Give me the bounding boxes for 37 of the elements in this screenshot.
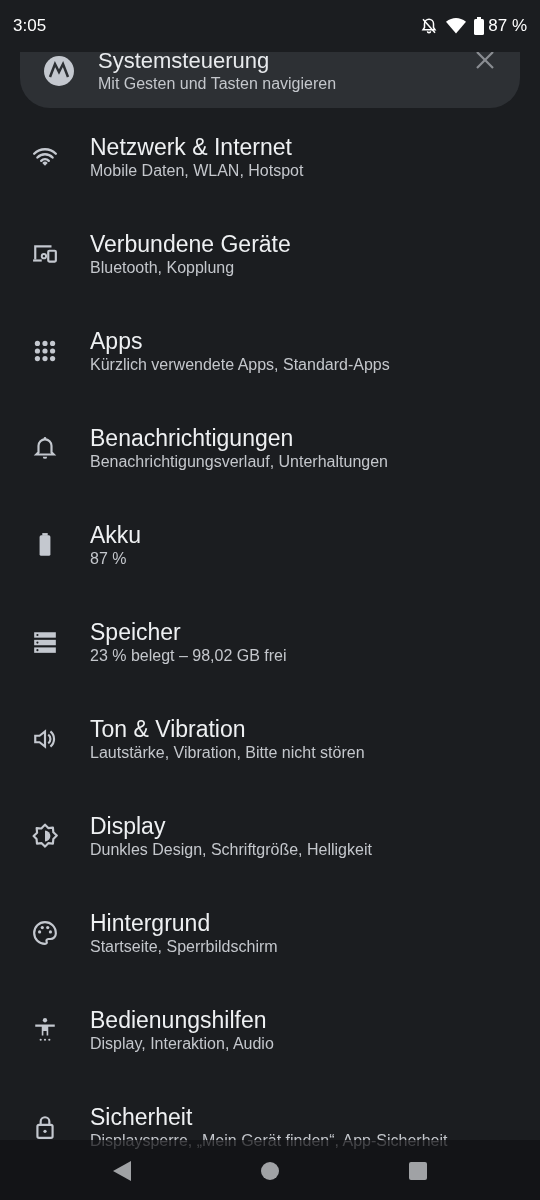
item-title: Netzwerk & Internet — [90, 132, 293, 161]
clock-time: 3:05 — [13, 15, 47, 38]
item-title: Verbundene Geräte — [90, 229, 291, 258]
item-subtitle: Lautstärke, Vibration, Bitte nicht stören — [90, 742, 365, 763]
item-title: Hintergrund — [90, 908, 212, 937]
item-title: Bedienungshilfen — [90, 1005, 268, 1034]
card-title: Systemsteuerung — [98, 52, 271, 74]
item-title: Sicherheit — [90, 1102, 194, 1131]
item-subtitle: Bluetooth, Kopplung — [90, 257, 236, 278]
item-title: Speicher — [90, 617, 182, 646]
item-subtitle: Kürzlich verwendete Apps, Standard-Apps — [90, 354, 390, 375]
item-subtitle: Startseite, Sperrbildschirm — [90, 936, 278, 957]
bell-icon — [32, 434, 58, 461]
item-title: Display — [90, 811, 167, 840]
item-subtitle: Dunkles Design, Schriftgröße, Helligkeit — [90, 839, 372, 860]
wifi-icon — [446, 17, 467, 35]
item-title: Benachrichtigungen — [90, 423, 295, 452]
item-title: Apps — [90, 326, 144, 355]
battery-level: 87 % — [488, 15, 527, 38]
suggestion-card[interactable]: Systemsteuerung Mit Gesten und Tasten navigieren — [20, 52, 520, 108]
item-title: Ton & Vibration — [90, 714, 247, 743]
item-subtitle: Display, Interaktion, Audio — [90, 1033, 274, 1054]
item-title: Akku — [90, 520, 142, 549]
item-subtitle: 23 % belegt – 98,02 GB frei — [90, 645, 287, 666]
item-subtitle: Displaysperre, „Mein Gerät finden“, App-Sicherheit — [90, 1130, 448, 1151]
card-subtitle: Mit Gesten und Tasten navigieren — [98, 74, 338, 94]
brightness-icon — [32, 822, 58, 849]
palette-icon — [32, 919, 58, 946]
back-button[interactable] — [112, 1158, 132, 1182]
item-subtitle: 87 % — [90, 548, 128, 569]
item-subtitle: Benachrichtigungsverlauf, Unterhaltungen — [90, 451, 388, 472]
muted-bell-icon — [420, 17, 439, 35]
battery-icon — [474, 17, 485, 35]
accessibility-icon — [32, 1016, 58, 1043]
logo-icon — [44, 56, 74, 86]
close-button[interactable] — [476, 52, 494, 71]
item-subtitle: Mobile Daten, WLAN, Hotspot — [90, 160, 304, 181]
